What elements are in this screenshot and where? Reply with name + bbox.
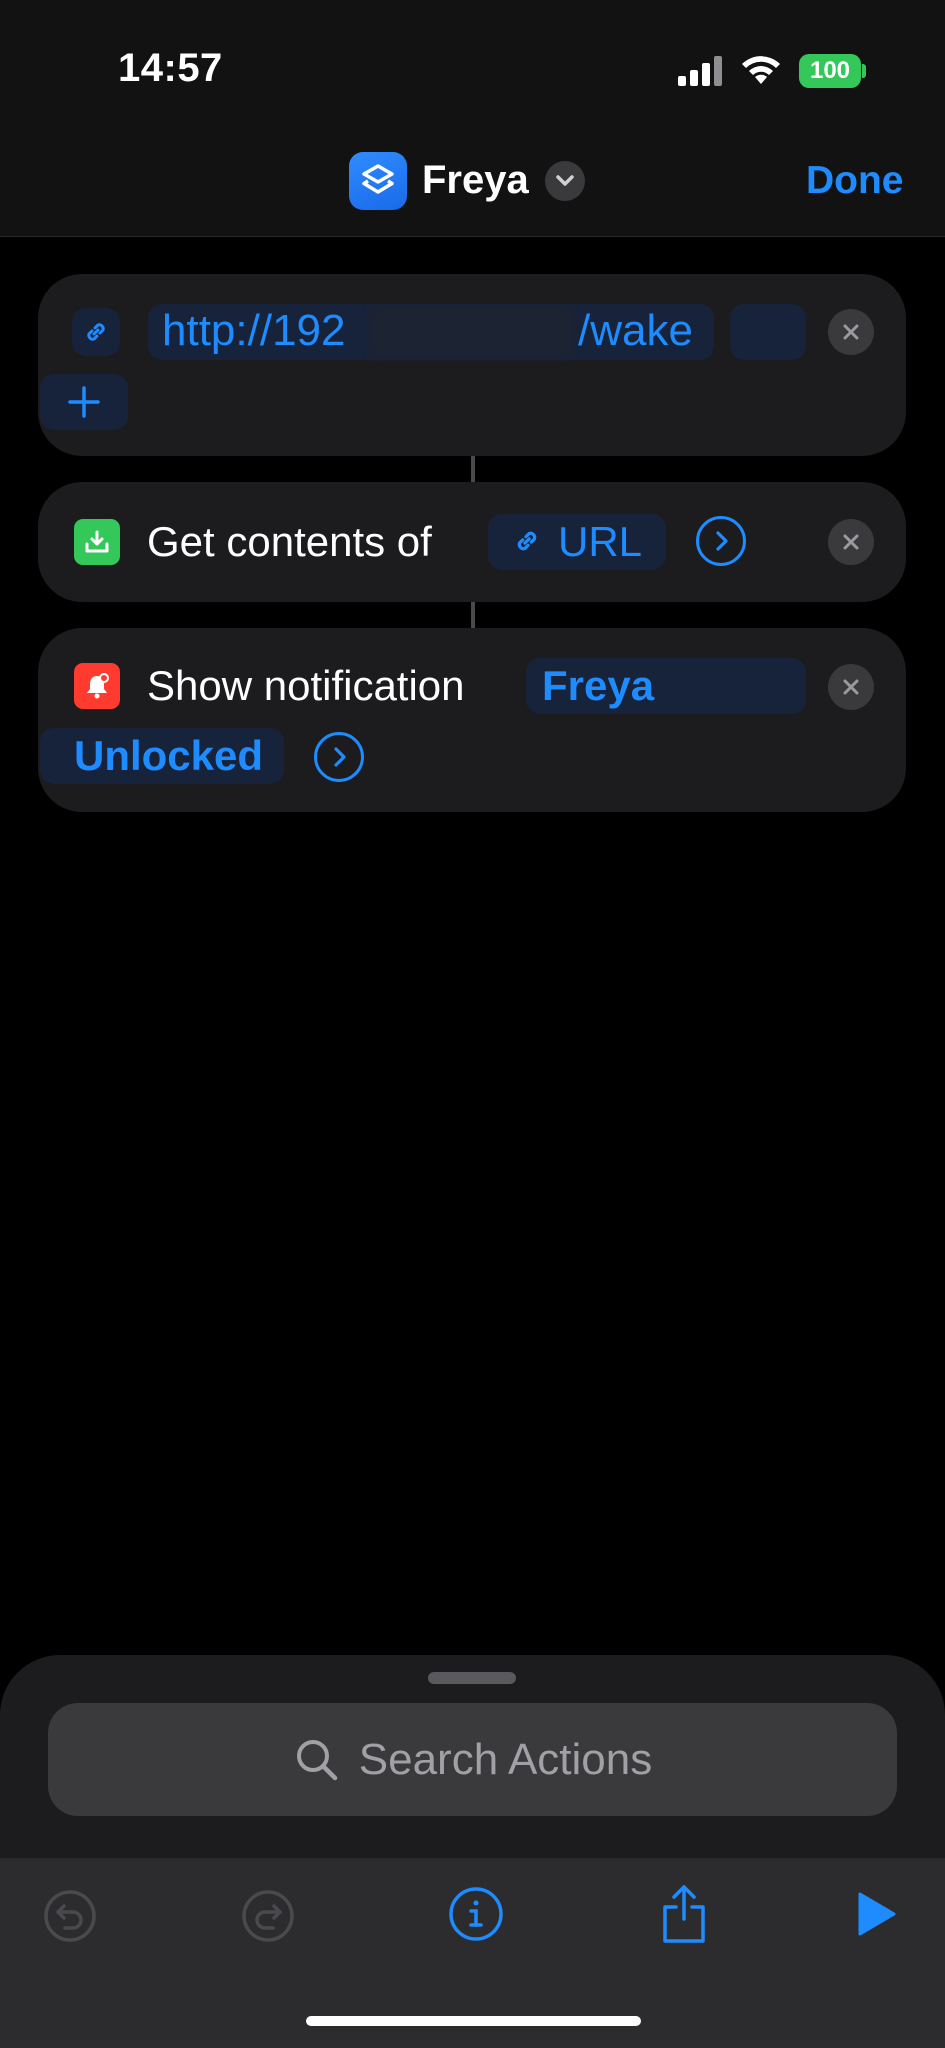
home-indicator <box>306 2016 641 2026</box>
action-connector <box>471 456 475 482</box>
share-icon[interactable] <box>654 1880 714 1948</box>
bell-icon <box>74 663 120 709</box>
link-icon <box>512 526 542 561</box>
search-actions-field[interactable]: Search Actions <box>48 1703 897 1816</box>
chevron-right-circle-icon[interactable] <box>696 516 746 566</box>
redacted-address <box>368 306 574 360</box>
chevron-down-icon[interactable] <box>545 161 585 201</box>
chevron-right-circle-icon[interactable] <box>314 732 364 782</box>
notification-text-line1: Freya <box>542 662 655 709</box>
done-button[interactable]: Done <box>806 159 904 203</box>
search-icon <box>296 1739 337 1780</box>
play-icon[interactable] <box>850 1888 902 1940</box>
close-icon[interactable] <box>828 309 874 355</box>
get-contents-label: Get contents of <box>147 518 432 565</box>
url-text-suffix: /wake <box>578 306 693 355</box>
notification-text-line2: Unlocked <box>74 732 264 779</box>
cellular-signal-icon <box>678 56 722 86</box>
url-action-card[interactable] <box>38 274 906 456</box>
download-icon <box>74 519 120 565</box>
close-icon[interactable] <box>828 664 874 710</box>
url-variable-label: URL <box>558 518 643 565</box>
battery-nub <box>862 64 866 78</box>
shortcut-title[interactable]: Freya <box>422 158 529 203</box>
sheet-grabber[interactable] <box>428 1672 516 1684</box>
url-token-extra[interactable] <box>730 304 806 360</box>
url-text-prefix: http://192 <box>162 306 346 355</box>
info-icon[interactable] <box>446 1884 506 1944</box>
status-time: 14:57 <box>118 46 223 90</box>
shortcuts-layers-icon[interactable] <box>349 152 407 210</box>
close-icon[interactable] <box>828 519 874 565</box>
wifi-icon <box>742 56 780 84</box>
undo-icon[interactable] <box>40 1886 100 1946</box>
action-connector <box>471 602 475 628</box>
show-notification-action-card[interactable] <box>38 628 906 812</box>
search-placeholder: Search Actions <box>358 1734 653 1784</box>
redo-icon[interactable] <box>238 1886 298 1946</box>
battery-indicator: 100 <box>799 54 861 88</box>
link-icon <box>72 308 120 356</box>
show-notification-label: Show notification <box>147 662 465 709</box>
plus-icon[interactable] <box>40 374 128 430</box>
